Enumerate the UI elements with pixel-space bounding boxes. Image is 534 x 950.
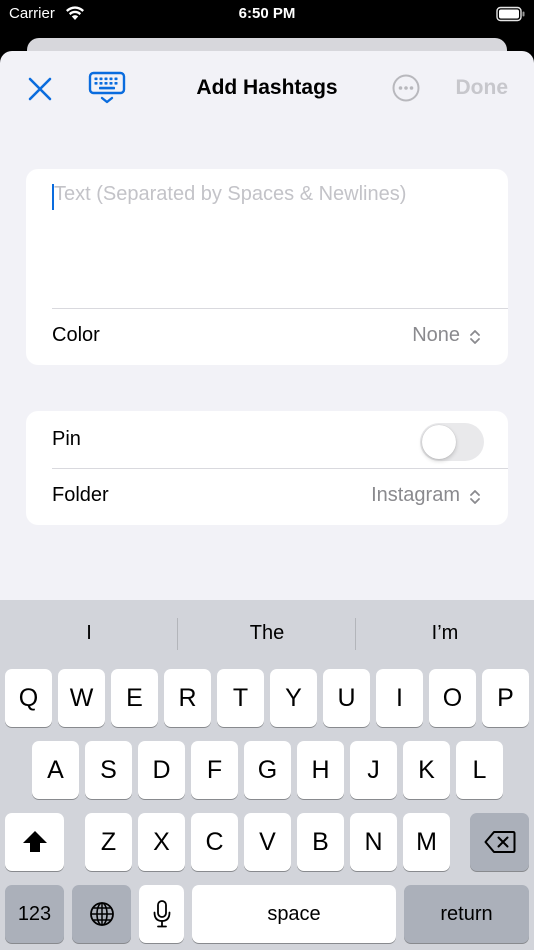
more-options-icon[interactable]: [391, 73, 421, 103]
suggestion-3[interactable]: I’m: [356, 600, 534, 666]
key-x[interactable]: X: [138, 813, 185, 871]
space-key[interactable]: space: [192, 885, 396, 943]
suggestion-1[interactable]: I: [0, 600, 178, 666]
options-group: Pin Folder Instagram: [26, 411, 508, 525]
pin-row: Pin: [26, 413, 508, 469]
globe-key[interactable]: [72, 885, 131, 943]
key-z[interactable]: Z: [85, 813, 132, 871]
key-g[interactable]: G: [244, 741, 291, 799]
color-label: Color: [52, 324, 100, 346]
key-c[interactable]: C: [191, 813, 238, 871]
key-a[interactable]: A: [32, 741, 79, 799]
suggestion-2[interactable]: The: [178, 600, 356, 666]
key-q[interactable]: Q: [5, 669, 52, 727]
page-title: Add Hashtags: [196, 76, 338, 99]
return-key[interactable]: return: [404, 885, 529, 943]
shift-icon: [22, 831, 47, 852]
text-placeholder: Text (Separated by Spaces & Newlines): [54, 183, 407, 205]
hashtag-text-input[interactable]: Text (Separated by Spaces & Newlines): [52, 183, 482, 293]
key-e[interactable]: E: [111, 669, 158, 727]
battery-icon: [496, 6, 525, 22]
key-o[interactable]: O: [429, 669, 476, 727]
text-cursor: [52, 184, 54, 210]
key-n[interactable]: N: [350, 813, 397, 871]
color-row[interactable]: Color None: [26, 309, 508, 365]
delete-key[interactable]: [470, 813, 529, 871]
color-value: None: [412, 324, 460, 346]
chevron-up-down-icon: [470, 330, 480, 344]
chevron-up-down-icon: [470, 490, 480, 504]
delete-backspace-icon: [484, 831, 515, 853]
key-u[interactable]: U: [323, 669, 370, 727]
key-s[interactable]: S: [85, 741, 132, 799]
folder-row[interactable]: Folder Instagram: [26, 469, 508, 525]
close-icon[interactable]: [24, 73, 56, 105]
microphone-icon: [153, 900, 170, 928]
shift-key[interactable]: [5, 813, 64, 871]
status-bar: Carrier 6:50 PM: [0, 0, 534, 30]
keyboard-icon[interactable]: [88, 71, 126, 105]
globe-icon: [89, 902, 114, 926]
key-m[interactable]: M: [403, 813, 450, 871]
pin-toggle[interactable]: [420, 423, 484, 461]
key-k[interactable]: K: [403, 741, 450, 799]
key-w[interactable]: W: [58, 669, 105, 727]
key-h[interactable]: H: [297, 741, 344, 799]
toggle-knob: [422, 425, 456, 459]
hashtag-text-group: Text (Separated by Spaces & Newlines) Co…: [26, 169, 508, 365]
folder-label: Folder: [52, 484, 109, 506]
navigation-bar: Add Hashtags Done: [0, 51, 534, 126]
key-v[interactable]: V: [244, 813, 291, 871]
key-f[interactable]: F: [191, 741, 238, 799]
key-j[interactable]: J: [350, 741, 397, 799]
clock: 6:50 PM: [238, 5, 296, 22]
key-y[interactable]: Y: [270, 669, 317, 727]
pin-label: Pin: [52, 428, 81, 450]
key-t[interactable]: T: [217, 669, 264, 727]
numbers-key[interactable]: 123: [5, 885, 64, 943]
key-r[interactable]: R: [164, 669, 211, 727]
key-b[interactable]: B: [297, 813, 344, 871]
dictation-key[interactable]: [139, 885, 184, 943]
key-p[interactable]: P: [482, 669, 529, 727]
key-l[interactable]: L: [456, 741, 503, 799]
folder-value: Instagram: [371, 484, 460, 506]
keyboard: I The I’m Q W E R T Y U I O P A S D F G …: [0, 600, 534, 950]
key-d[interactable]: D: [138, 741, 185, 799]
key-i[interactable]: I: [376, 669, 423, 727]
done-button[interactable]: Done: [456, 76, 509, 100]
